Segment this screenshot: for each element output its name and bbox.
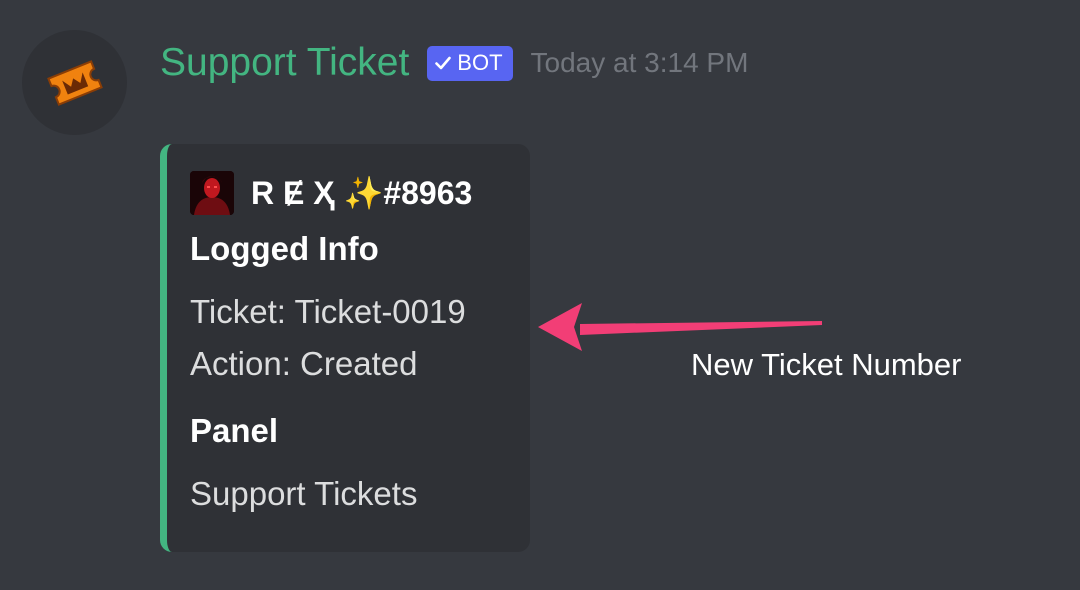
annotation-label: New Ticket Number bbox=[691, 347, 962, 382]
annotation-arrow bbox=[538, 303, 822, 351]
field-title-panel: Panel bbox=[190, 412, 279, 449]
author-avatar[interactable] bbox=[190, 171, 234, 215]
timestamp[interactable]: Today at 3:14 PM bbox=[531, 47, 749, 79]
checkmark-icon bbox=[435, 56, 452, 70]
field-value-ticket: Ticket: Ticket-0019 bbox=[190, 293, 466, 330]
field-value-panel: Support Tickets bbox=[190, 475, 418, 512]
field-title-logged-info: Logged Info bbox=[190, 230, 379, 267]
bot-avatar[interactable] bbox=[22, 30, 127, 135]
author-name[interactable]: R Ɇ Ҳ ✨#8963 bbox=[251, 174, 472, 212]
field-value-action: Action: Created bbox=[190, 345, 418, 382]
ticket-icon bbox=[46, 59, 103, 106]
username[interactable]: Support Ticket bbox=[160, 41, 409, 85]
message-header: Support Ticket BOT Today at 3:14 PM bbox=[160, 38, 748, 88]
bot-badge: BOT bbox=[427, 45, 513, 81]
embed-author: R Ɇ Ҳ ✨#8963 bbox=[190, 171, 472, 215]
bot-badge-label: BOT bbox=[457, 50, 503, 75]
embed-card: R Ɇ Ҳ ✨#8963 Logged Info Ticket: Ticket-… bbox=[160, 144, 530, 552]
